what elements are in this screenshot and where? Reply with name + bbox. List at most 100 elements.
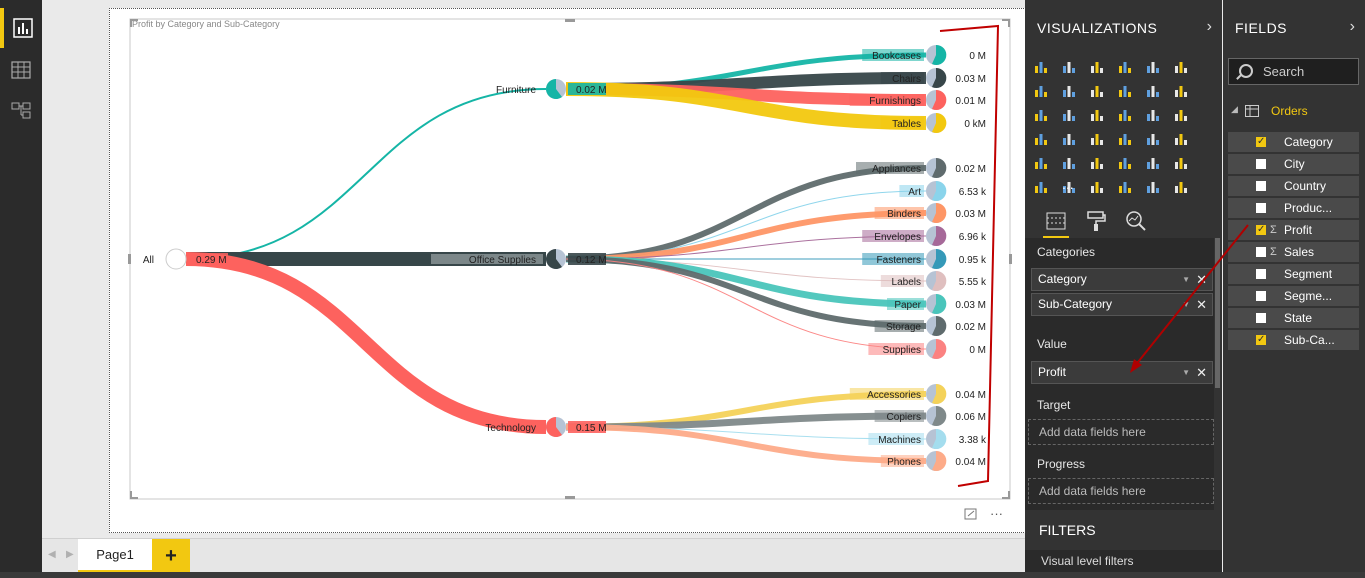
visual-type-icon[interactable] <box>1089 106 1107 124</box>
tree-node-subcategory[interactable]: Accessories 0.04 M <box>849 383 986 404</box>
node-value: 0.15 M <box>576 423 607 434</box>
visual-type-icon[interactable] <box>1117 58 1135 76</box>
tree-node-subcategory[interactable]: Art 6.53 k <box>899 180 987 201</box>
more-options-icon[interactable]: ··· <box>990 506 1003 521</box>
field-item[interactable]: Country <box>1228 176 1359 196</box>
tree-node-subcategory[interactable]: Binders 0.03 M <box>874 202 986 223</box>
visual-type-icon[interactable] <box>1033 58 1051 76</box>
visual-type-icon[interactable] <box>1089 178 1107 196</box>
visual-type-icon[interactable] <box>1089 58 1107 76</box>
visual-container[interactable]: Profit by Category and Sub-Category All 0… <box>109 8 1042 533</box>
prev-page-arrow-icon[interactable]: ◀ <box>48 549 56 560</box>
fields-tab[interactable] <box>1043 208 1069 238</box>
field-checkbox[interactable] <box>1256 159 1266 169</box>
table-icon <box>11 61 31 79</box>
visual-type-icon[interactable] <box>1061 130 1079 148</box>
visual-type-icon[interactable] <box>1145 178 1163 196</box>
visual-type-icon[interactable] <box>1033 82 1051 100</box>
visual-type-icon[interactable] <box>1061 106 1079 124</box>
add-page-button[interactable]: + <box>152 539 190 573</box>
node-label: Furnishings <box>869 96 921 107</box>
focus-mode-icon[interactable] <box>964 508 977 520</box>
visual-type-icon[interactable] <box>1145 130 1163 148</box>
more-visuals-icon[interactable]: ... <box>1062 176 1074 192</box>
visual-type-icon[interactable] <box>1145 58 1163 76</box>
field-name: City <box>1284 157 1305 171</box>
field-checkbox[interactable] <box>1256 181 1266 191</box>
visual-type-icon[interactable] <box>1033 106 1051 124</box>
tree-node-subcategory[interactable]: Supplies 0 M <box>868 338 986 359</box>
visual-type-icon[interactable] <box>1173 106 1191 124</box>
visual-type-icon[interactable] <box>1145 82 1163 100</box>
tree-node-subcategory[interactable]: Labels 5.55 k <box>880 270 987 291</box>
field-checkbox[interactable] <box>1256 132 1266 152</box>
fields-search-input[interactable]: Search <box>1228 58 1359 85</box>
node-value: 0.03 M <box>955 300 986 311</box>
collapse-visualizations-chevron-icon[interactable]: › <box>1207 18 1212 36</box>
categories-label: Categories <box>1037 245 1096 259</box>
visual-type-icon[interactable] <box>1061 154 1079 172</box>
status-bar <box>0 572 1365 578</box>
progress-drop-zone[interactable]: Add data fields here <box>1028 478 1214 504</box>
visual-type-icon[interactable] <box>1117 178 1135 196</box>
subcategory-field-label: Sub-Category <box>1038 297 1113 311</box>
relationships-icon <box>11 102 31 119</box>
tree-node-subcategory[interactable]: Phones 0.04 M <box>880 450 986 471</box>
visual-type-icon[interactable] <box>1089 130 1107 148</box>
visual-type-icon[interactable] <box>1117 154 1135 172</box>
node-label: Envelopes <box>874 232 921 243</box>
visual-type-icon[interactable] <box>1173 82 1191 100</box>
format-tab[interactable] <box>1085 210 1107 237</box>
field-item[interactable]: Category <box>1228 132 1359 152</box>
visual-type-icon[interactable] <box>1033 154 1051 172</box>
relationships-view-button[interactable] <box>0 90 42 130</box>
field-checkbox[interactable] <box>1256 203 1266 213</box>
visual-type-icon[interactable] <box>1061 58 1079 76</box>
collapse-fields-chevron-icon[interactable]: › <box>1350 18 1355 36</box>
tree-node-subcategory[interactable]: Machines 3.38 k <box>868 428 987 449</box>
report-view-button[interactable] <box>0 8 42 48</box>
collapse-table-triangle-icon[interactable]: ◢ <box>1231 104 1238 115</box>
node-label: Technology <box>485 423 536 434</box>
visual-type-icon[interactable] <box>1117 82 1135 100</box>
data-view-button[interactable] <box>0 50 42 90</box>
visual-type-icon[interactable] <box>1145 154 1163 172</box>
visual-type-icon[interactable] <box>1173 154 1191 172</box>
visual-type-icon[interactable] <box>1117 106 1135 124</box>
field-name: Profit <box>1284 223 1313 237</box>
node-label: Art <box>908 187 921 198</box>
visual-type-icon[interactable] <box>1145 106 1163 124</box>
tree-node-subcategory[interactable]: Appliances 0.02 M <box>856 157 986 178</box>
visual-type-icon[interactable] <box>1117 130 1135 148</box>
visual-type-icon[interactable] <box>1173 130 1191 148</box>
visual-type-icon[interactable] <box>1061 82 1079 100</box>
tree-node-subcategory[interactable]: Copiers 0.06 M <box>874 405 986 426</box>
visual-type-icon[interactable] <box>1173 178 1191 196</box>
node-label: Phones <box>887 457 921 468</box>
visual-type-icon[interactable] <box>1089 154 1107 172</box>
node-value: 6.96 k <box>959 232 987 243</box>
tree-node-subcategory[interactable]: Furnishings 0.01 M <box>849 89 986 110</box>
node-label: Accessories <box>867 390 921 401</box>
field-name: Category <box>1284 135 1333 149</box>
next-page-arrow-icon[interactable]: ▶ <box>66 549 74 560</box>
target-drop-zone[interactable]: Add data fields here <box>1028 419 1214 445</box>
tree-node-subcategory[interactable]: Chairs 0.03 M <box>880 67 986 88</box>
field-name: Country <box>1284 179 1327 193</box>
visual-level-filters[interactable]: Visual level filters <box>1041 554 1133 568</box>
page-tab-page1[interactable]: Page1 <box>78 539 152 573</box>
field-item[interactable]: City <box>1228 154 1359 174</box>
visual-type-icon[interactable] <box>1033 130 1051 148</box>
tree-node-subcategory[interactable]: Paper 0.03 M <box>887 293 986 314</box>
visual-type-icon[interactable] <box>1033 178 1051 196</box>
visual-type-icon[interactable] <box>1089 82 1107 100</box>
node-label: Chairs <box>892 74 921 85</box>
visual-type-icon[interactable] <box>1173 58 1191 76</box>
bar-chart-icon <box>13 18 33 38</box>
decomposition-tree-chart[interactable]: Profit by Category and Sub-Category All 0… <box>110 9 1041 532</box>
tree-node-subcategory[interactable]: Storage 0.02 M <box>874 315 986 336</box>
table-icon <box>1245 104 1259 122</box>
node-value: 6.53 k <box>959 187 987 198</box>
table-name-orders[interactable]: Orders <box>1271 104 1308 118</box>
page-tabs-bar: ◀ ▶ Page1 + <box>42 538 1025 573</box>
